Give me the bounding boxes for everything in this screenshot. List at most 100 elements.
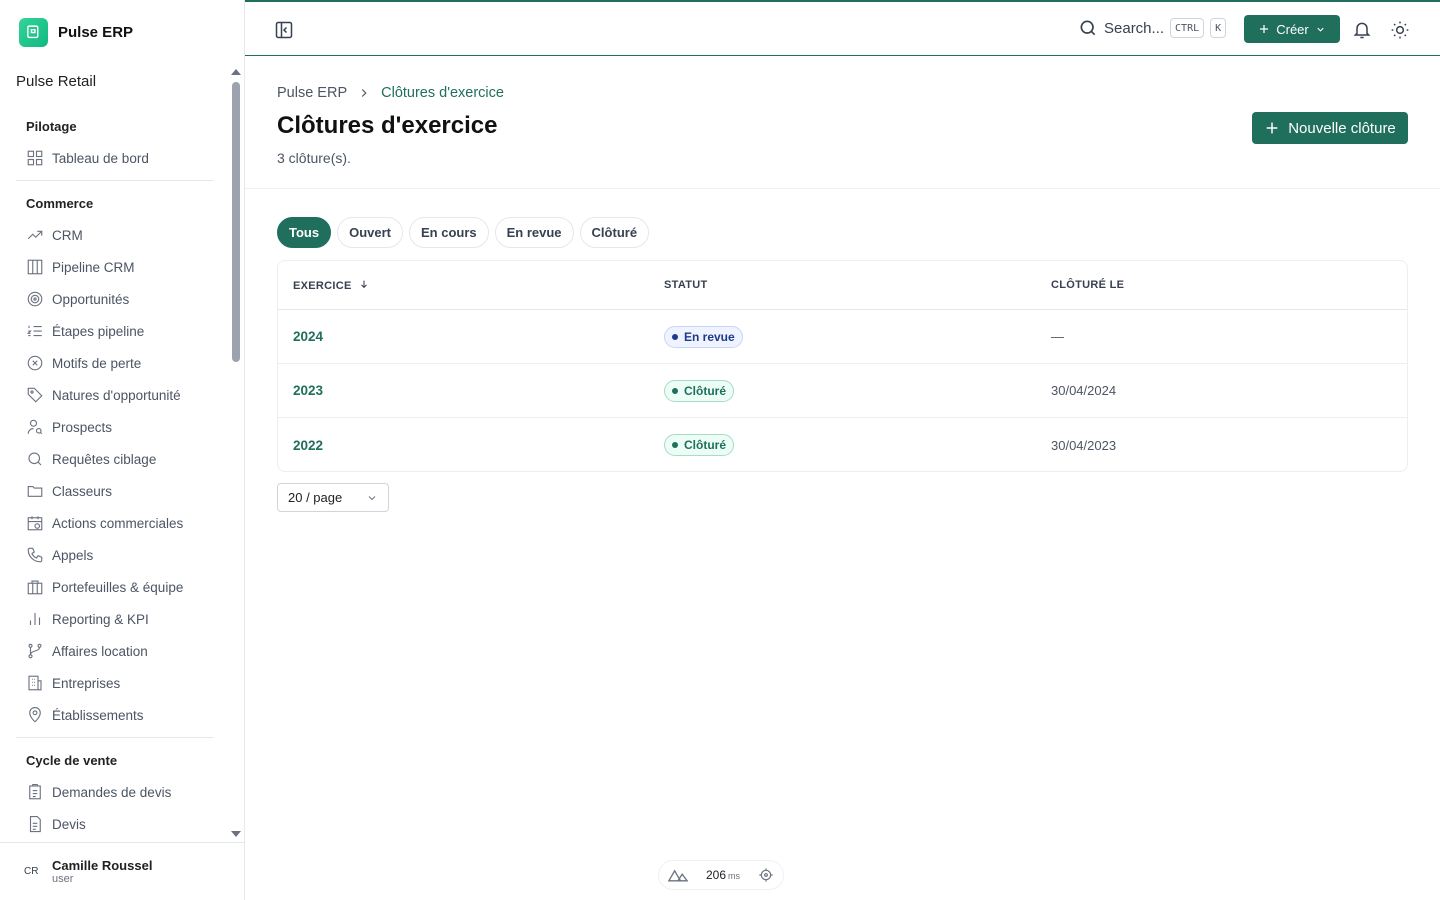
status-badge: Clôturé xyxy=(664,434,734,456)
create-label: Créer xyxy=(1276,21,1309,37)
sidebar-item-reporting-kpi[interactable]: Reporting & KPI xyxy=(16,603,214,635)
trend-icon xyxy=(27,230,43,240)
scroll-thumb[interactable] xyxy=(232,82,240,362)
brand[interactable]: Pulse ERP xyxy=(19,18,133,47)
closed-date: — xyxy=(1051,329,1064,344)
sidebar-item-label: Reporting & KPI xyxy=(52,611,149,627)
sidebar-item-pipeline-crm[interactable]: Pipeline CRM xyxy=(16,251,214,283)
crosshair-icon[interactable] xyxy=(758,867,774,883)
column-exercice[interactable]: EXERCICE xyxy=(278,279,649,292)
status-label: En revue xyxy=(684,329,735,344)
sidebar-item-natures-opportunite[interactable]: Natures d'opportunité xyxy=(16,379,214,411)
search-trigger[interactable]: Search... CTRL K xyxy=(1078,18,1227,38)
plus-icon xyxy=(1260,25,1269,33)
sidebar-item-label: Motifs de perte xyxy=(52,355,142,371)
scroll-down-arrow[interactable] xyxy=(231,831,241,837)
sidebar-item-etablissements[interactable]: Établissements xyxy=(16,699,214,731)
nav-group-title: Cycle de vente xyxy=(26,752,118,768)
x-circle-icon xyxy=(27,355,43,371)
topbar: Search... CTRL K Créer xyxy=(245,0,1440,56)
phone-icon xyxy=(27,547,43,563)
sidebar-item-label: Opportunités xyxy=(52,291,130,307)
plus-icon xyxy=(1266,122,1278,134)
sidebar-item-demandes-de-devis[interactable]: Demandes de devis xyxy=(16,776,214,808)
sidebar-item-tableau-de-bord[interactable]: Tableau de bord xyxy=(16,142,214,174)
sidebar-item-label: Pipeline CRM xyxy=(52,259,135,275)
filter-closed[interactable]: Clôturé xyxy=(579,217,650,248)
closed-date: 30/04/2024 xyxy=(1051,383,1117,398)
sidebar-item-crm[interactable]: CRM xyxy=(16,219,214,251)
target-icon xyxy=(27,291,43,307)
map-pin-icon xyxy=(29,707,41,723)
sidebar-item-motifs-de-perte[interactable]: Motifs de perte xyxy=(16,347,214,379)
column-cloture[interactable]: CLÔTURÉ LE xyxy=(1036,279,1407,291)
status-dot xyxy=(672,387,678,394)
sidebar-item-requetes-ciblage[interactable]: Requêtes ciblage xyxy=(16,443,214,475)
user-name: Camille Roussel xyxy=(52,858,153,873)
status-label: Clôturé xyxy=(684,383,726,398)
closed-date: 30/04/2023 xyxy=(1051,437,1117,453)
table-row[interactable]: 2022 Clôturé 30/04/2023 xyxy=(278,418,1407,471)
filter-open[interactable]: Ouvert xyxy=(337,217,403,248)
closures-table: EXERCICE STATUT CLÔTURÉ LE 2024 En revue… xyxy=(277,260,1408,472)
sidebar-item-prospects[interactable]: Prospects xyxy=(16,411,214,443)
page-size-select[interactable]: 20 / page xyxy=(277,483,389,512)
sidebar-toggle-icon[interactable] xyxy=(274,20,294,40)
search-icon xyxy=(28,452,42,466)
briefcase-icon xyxy=(27,580,43,595)
sidebar-item-etapes-pipeline[interactable]: Étapes pipeline xyxy=(16,315,214,347)
sidebar-scrollbar[interactable] xyxy=(230,66,242,840)
sidebar-item-opportunites[interactable]: Opportunités xyxy=(16,283,214,315)
filter-in-progress[interactable]: En cours xyxy=(409,217,489,248)
breadcrumb: Pulse ERP Clôtures d'exercice xyxy=(277,85,504,101)
breadcrumb-root[interactable]: Pulse ERP xyxy=(277,85,347,101)
bell-icon[interactable] xyxy=(1352,20,1372,40)
render-time-unit: ms xyxy=(728,871,740,881)
tag-icon xyxy=(27,387,43,403)
page-subtitle: 3 clôture(s). xyxy=(277,150,351,166)
sidebar-item-classeurs[interactable]: Classeurs xyxy=(16,475,214,507)
table-row[interactable]: 2023 Clôturé 30/04/2024 xyxy=(278,364,1407,418)
nuxt-icon xyxy=(667,869,688,882)
exercice-link[interactable]: 2022 xyxy=(293,438,323,453)
status-badge: Clôturé xyxy=(664,379,734,402)
status-badge: En revue xyxy=(664,325,743,348)
sidebar-item-devis[interactable]: Devis xyxy=(16,808,214,840)
breadcrumb-current: Clôtures d'exercice xyxy=(381,85,504,101)
nav-group-title: Pilotage xyxy=(26,118,77,134)
sidebar-item-label: Portefeuilles & équipe xyxy=(52,579,184,595)
status-filters: Tous Ouvert En cours En revue Clôturé xyxy=(277,217,650,248)
user-search-icon xyxy=(27,419,43,435)
sidebar-nav: Pilotage Tableau de bord Commerce CRM Pi… xyxy=(16,110,214,840)
user-role: user xyxy=(52,873,74,885)
sidebar-item-label: Affaires location xyxy=(52,643,148,659)
exercice-link[interactable]: 2023 xyxy=(293,383,323,398)
sidebar-item-label: Devis xyxy=(52,816,86,832)
sidebar-item-label: Tableau de bord xyxy=(52,150,149,166)
dashboard-icon xyxy=(27,150,43,166)
theme-toggle-icon[interactable] xyxy=(1390,20,1410,40)
sidebar-item-label: CRM xyxy=(52,227,83,243)
sidebar-item-label: Natures d'opportunité xyxy=(52,387,181,403)
user-menu[interactable]: CR Camille Roussel user xyxy=(0,842,244,900)
column-statut[interactable]: STATUT xyxy=(649,279,1036,291)
sidebar-item-label: Appels xyxy=(52,547,94,563)
sidebar-item-affaires-location[interactable]: Affaires location xyxy=(16,635,214,667)
scroll-up-arrow[interactable] xyxy=(231,69,241,75)
sidebar-item-actions-commerciales[interactable]: Actions commerciales xyxy=(16,507,214,539)
sidebar-item-label: Classeurs xyxy=(52,483,113,499)
avatar: CR xyxy=(24,866,39,877)
chevron-down-icon xyxy=(368,495,376,500)
perf-widget[interactable]: 206 ms xyxy=(658,860,784,890)
table-row[interactable]: 2024 En revue — xyxy=(278,310,1407,364)
exercice-link[interactable]: 2024 xyxy=(293,329,323,344)
filter-all[interactable]: Tous xyxy=(277,217,332,248)
sidebar-item-portefeuilles-equipe[interactable]: Portefeuilles & équipe xyxy=(16,571,214,603)
filter-in-review[interactable]: En revue xyxy=(494,217,574,248)
new-closure-button[interactable]: Nouvelle clôture xyxy=(1252,112,1408,144)
sidebar-item-entreprises[interactable]: Entreprises xyxy=(16,667,214,699)
sidebar-item-appels[interactable]: Appels xyxy=(16,539,214,571)
sort-desc-icon xyxy=(361,280,367,288)
create-button[interactable]: Créer xyxy=(1244,15,1340,43)
org-name[interactable]: Pulse Retail xyxy=(16,73,96,90)
